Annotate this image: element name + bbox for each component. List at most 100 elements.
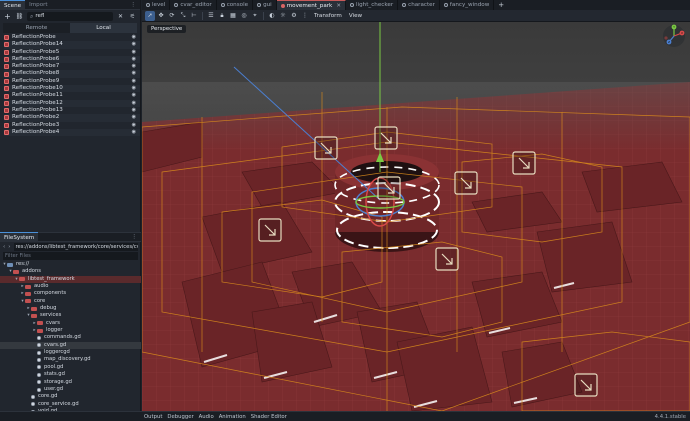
move-mode-icon[interactable]: ✥ (156, 11, 166, 21)
filesystem-filter-input[interactable]: Filter Files (3, 252, 138, 260)
folder-item[interactable]: ▾ addons (0, 268, 141, 275)
folder-item[interactable]: ▸ logger (0, 327, 141, 334)
scene-filter-input[interactable]: ⌕ refl (27, 11, 113, 21)
scene-tree-item[interactable]: ReflectionProbe14 ◉ (4, 41, 140, 49)
sun-icon[interactable]: ☼ (278, 11, 288, 21)
shader-editor-tab[interactable]: Shader Editor (251, 414, 287, 420)
list-select-icon[interactable]: ☰ (206, 11, 216, 21)
visibility-eye-icon[interactable]: ◉ (132, 85, 136, 92)
close-tab-icon[interactable]: ✕ (336, 3, 341, 9)
file-item[interactable]: loggercgd (0, 349, 141, 356)
file-item[interactable]: pool.gd (0, 364, 141, 371)
debugger-tab[interactable]: Debugger (167, 414, 193, 420)
add-scene-tab-icon[interactable]: + (494, 1, 508, 9)
visibility-eye-icon[interactable]: ◉ (132, 49, 136, 56)
scene-tree-item[interactable]: ReflectionProbe10 ◉ (4, 85, 140, 93)
perspective-menu-button[interactable]: Perspective (147, 25, 187, 33)
scale-mode-icon[interactable]: ⤡ (178, 11, 188, 21)
3d-viewport[interactable]: Perspective Y X Z (142, 22, 690, 411)
tab-local[interactable]: Local (70, 23, 137, 33)
select-mode-icon[interactable]: ➚ (145, 10, 155, 21)
visibility-eye-icon[interactable]: ◉ (132, 100, 136, 107)
scene-tab[interactable]: movement_park ✕ (276, 0, 346, 10)
close-icon[interactable]: ✕ (116, 12, 125, 21)
local-space-icon[interactable]: ◎ (239, 11, 249, 21)
scene-tree-item[interactable]: ReflectionProbe6 ◉ (4, 55, 140, 64)
forward-icon[interactable]: › (8, 244, 10, 250)
output-tab[interactable]: Output (144, 414, 162, 420)
visibility-eye-icon[interactable]: ◉ (132, 114, 136, 121)
tab-remote[interactable]: Remote (3, 23, 70, 33)
link-icon[interactable]: ⛓ (15, 12, 24, 21)
visibility-eye-icon[interactable]: ◉ (132, 129, 136, 136)
scene-tab[interactable]: character (398, 0, 440, 10)
transform-menu[interactable]: Transform (311, 13, 345, 19)
folder-item[interactable]: ▸ debug (0, 305, 141, 312)
environment-icon[interactable]: ⚙ (289, 11, 299, 21)
scene-tree-item[interactable]: ReflectionProbe2 ◉ (4, 114, 140, 122)
visibility-eye-icon[interactable]: ◉ (132, 107, 136, 114)
tab-filesystem[interactable]: FileSystem (0, 232, 39, 242)
animation-tab[interactable]: Animation (219, 414, 246, 420)
scene-tab[interactable]: fancy_window (440, 0, 495, 10)
filesystem-path-input[interactable]: res://addons/libtest_framework/core/serv… (13, 242, 138, 251)
folder-item[interactable]: ▾ res:// (0, 261, 141, 268)
node-label: ReflectionProbe2 (12, 114, 60, 121)
visibility-eye-icon[interactable]: ◉ (132, 92, 136, 99)
folder-item[interactable]: ▾ services (0, 312, 141, 319)
scene-tab[interactable]: gui (253, 0, 277, 10)
folder-item[interactable]: ▸ components (0, 290, 141, 297)
visibility-eye-icon[interactable]: ◉ (132, 56, 136, 63)
scene-tab[interactable]: level (142, 0, 171, 10)
orientation-gizmo[interactable]: Y X Z (662, 24, 686, 48)
tab-import[interactable]: Import (25, 0, 52, 10)
scene-tree-item[interactable]: ReflectionProbe13 ◉ (4, 107, 140, 114)
file-item[interactable]: map_discovery.gd (0, 356, 141, 363)
file-item[interactable]: storage.gd (0, 379, 141, 386)
folder-item[interactable]: ▸ cvars (0, 320, 141, 327)
audio-tab[interactable]: Audio (199, 414, 214, 420)
scene-tree-item[interactable]: ReflectionProbe7 ◉ (4, 63, 140, 70)
add-node-icon[interactable]: + (3, 12, 12, 21)
folder-item[interactable]: ▾ libtest_framework (0, 275, 141, 284)
file-item[interactable]: commands.gd (0, 334, 141, 341)
scene-tree-item[interactable]: ReflectionProbe12 ◉ (4, 99, 140, 107)
scene-tab[interactable]: console (217, 0, 254, 10)
filter-options-icon[interactable]: ⚟ (128, 12, 137, 21)
scene-tree-item[interactable]: ReflectionProbe5 ◉ (4, 49, 140, 56)
scene-tree-item[interactable]: ReflectionProbe8 ◉ (4, 70, 140, 78)
tab-scene[interactable]: Scene (0, 0, 26, 10)
visibility-eye-icon[interactable]: ◉ (132, 70, 136, 77)
snap-icon[interactable]: ⌖ (250, 11, 260, 21)
rotate-mode-icon[interactable]: ⟳ (167, 11, 177, 21)
folder-item[interactable]: ▸ audio (0, 283, 141, 290)
visibility-eye-icon[interactable]: ◉ (132, 41, 136, 48)
scene-tree-item[interactable]: ReflectionProbe11 ◉ (4, 92, 140, 99)
scene-tab[interactable]: light_checker (346, 0, 399, 10)
lock-icon[interactable]: 🔒︎ (217, 11, 227, 21)
scene-tree-item[interactable]: ReflectionProbe9 ◉ (4, 78, 140, 85)
visibility-eye-icon[interactable]: ◉ (132, 63, 136, 70)
scene-tree-item[interactable]: ReflectionProbe4 ◉ (4, 128, 140, 137)
more-options-icon[interactable]: ⋮ (300, 11, 310, 21)
folder-item[interactable]: ▾ core (0, 298, 141, 305)
scene-tree-item[interactable]: ReflectionProbe ◉ (4, 34, 140, 41)
file-item[interactable]: user.gd (0, 386, 141, 393)
view-menu[interactable]: View (346, 13, 365, 19)
file-item[interactable]: core.gd (0, 393, 141, 400)
scene-tree-item[interactable]: ReflectionProbe3 ◉ (4, 122, 140, 129)
file-item[interactable]: stats.gd (0, 371, 141, 378)
visibility-eye-icon[interactable]: ◉ (132, 122, 136, 129)
group-icon[interactable]: ▦ (228, 11, 238, 21)
file-item[interactable]: core_service.gd (0, 401, 141, 408)
scene-tab[interactable]: cvar_editor (170, 0, 217, 10)
ruler-icon[interactable]: ⊢ (189, 11, 199, 21)
dock-menu-icon[interactable]: ⋮ (126, 2, 140, 8)
visibility-eye-icon[interactable]: ◉ (132, 78, 136, 85)
visibility-eye-icon[interactable]: ◉ (132, 34, 136, 41)
dock-menu-icon[interactable]: ⋮ (127, 234, 141, 240)
back-icon[interactable]: ‹ (3, 244, 5, 250)
camera-preview-icon[interactable]: ◐ (267, 11, 277, 21)
reflection-probe-icon (4, 64, 9, 70)
file-item[interactable]: cvars.gd (0, 341, 141, 350)
